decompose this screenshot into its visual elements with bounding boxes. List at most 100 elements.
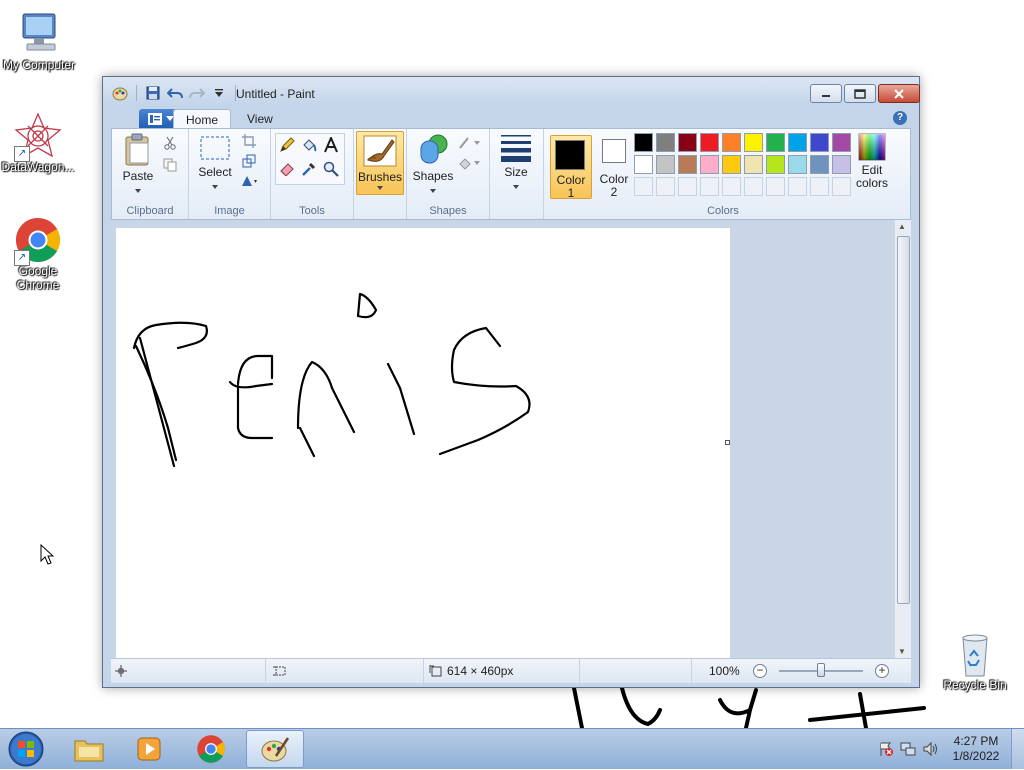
cut-button[interactable]: [160, 133, 180, 153]
ribbon: Paste Clipboard Select Image Tools Brush…: [111, 128, 911, 220]
palette-empty-swatch[interactable]: [722, 177, 741, 196]
zoom-out-button[interactable]: −: [753, 664, 767, 678]
palette-swatch[interactable]: [832, 133, 851, 152]
palette-empty-swatch[interactable]: [788, 177, 807, 196]
pencil-button[interactable]: [277, 135, 297, 155]
palette-empty-swatch[interactable]: [810, 177, 829, 196]
vertical-scrollbar[interactable]: ▲ ▼: [894, 220, 911, 658]
colors-group: Color 1 Color 2 Edit colors Colors: [544, 129, 902, 219]
crop-button[interactable]: [239, 131, 259, 151]
copy-button[interactable]: [160, 155, 180, 175]
eraser-button[interactable]: [277, 159, 297, 179]
taskbar-explorer[interactable]: [62, 730, 116, 768]
palette-empty-swatch[interactable]: [744, 177, 763, 196]
color-2-label: Color 2: [599, 172, 629, 199]
drawing-canvas[interactable]: [116, 228, 730, 658]
palette-swatch[interactable]: [810, 155, 829, 174]
close-button[interactable]: [878, 84, 920, 103]
scrollbar-thumb[interactable]: [897, 236, 910, 604]
taskbar-paint[interactable]: [246, 730, 304, 768]
taskbar-media-player[interactable]: [122, 730, 176, 768]
taskbar-chrome[interactable]: [184, 730, 238, 768]
palette-swatch[interactable]: [700, 133, 719, 152]
desktop-icon-my-computer[interactable]: My Computer: [1, 10, 77, 72]
group-label: Colors: [707, 205, 739, 217]
select-button[interactable]: Select: [195, 133, 235, 193]
palette-swatch[interactable]: [766, 133, 785, 152]
tab-view[interactable]: View: [235, 109, 285, 129]
palette-swatch[interactable]: [722, 133, 741, 152]
window-controls: [810, 84, 920, 103]
palette-swatch[interactable]: [656, 133, 675, 152]
zoom-slider-thumb[interactable]: [817, 663, 825, 677]
palette-swatch[interactable]: [700, 155, 719, 174]
palette-swatch[interactable]: [656, 155, 675, 174]
text-button[interactable]: [321, 135, 341, 155]
resize-button[interactable]: [239, 151, 259, 171]
save-icon[interactable]: [144, 85, 162, 101]
palette-empty-swatch[interactable]: [634, 177, 653, 196]
desktop-icon-datawagon[interactable]: ↗ DataWagon...: [0, 112, 76, 174]
status-empty: [579, 659, 692, 683]
help-icon[interactable]: ?: [893, 111, 907, 125]
palette-swatch[interactable]: [678, 133, 697, 152]
clock[interactable]: 4:27 PM 1/8/2022: [941, 734, 1011, 764]
palette-swatch[interactable]: [744, 133, 763, 152]
chevron-down-icon: [513, 185, 519, 189]
magnifier-button[interactable]: [321, 159, 341, 179]
color-picker-button[interactable]: [299, 159, 319, 179]
show-desktop-button[interactable]: [1011, 729, 1024, 769]
desktop-icon-google-chrome[interactable]: ↗ Google Chrome: [0, 216, 76, 292]
color-1-button[interactable]: Color 1: [550, 135, 592, 200]
shapes-button[interactable]: Shapes: [411, 133, 455, 197]
scroll-down-icon[interactable]: ▼: [898, 647, 906, 656]
palette-swatch[interactable]: [810, 133, 829, 152]
palette-swatch[interactable]: [744, 155, 763, 174]
palette-empty-swatch[interactable]: [700, 177, 719, 196]
tab-home[interactable]: Home: [173, 109, 232, 130]
palette-swatch[interactable]: [832, 155, 851, 174]
paint-app-icon[interactable]: [111, 85, 129, 101]
palette-swatch[interactable]: [788, 133, 807, 152]
outline-button[interactable]: [457, 133, 483, 153]
clipboard-icon: [125, 133, 149, 166]
palette-swatch[interactable]: [634, 155, 653, 174]
redo-icon[interactable]: [188, 85, 206, 101]
undo-icon[interactable]: [166, 85, 184, 101]
brushes-button[interactable]: Brushes: [356, 131, 404, 195]
resize-icon: [242, 154, 256, 168]
rotate-button[interactable]: [239, 171, 259, 191]
image-size: 614 × 460px: [423, 659, 580, 683]
palette-empty-swatch[interactable]: [678, 177, 697, 196]
cursor-position: [111, 659, 266, 683]
customize-qat-icon[interactable]: [210, 85, 228, 101]
action-center-icon[interactable]: [875, 738, 897, 760]
start-button[interactable]: [4, 731, 48, 767]
maximize-button[interactable]: [844, 84, 876, 103]
scroll-up-icon[interactable]: ▲: [898, 222, 906, 231]
palette-empty-swatch[interactable]: [766, 177, 785, 196]
edit-colors-button[interactable]: Edit colors: [850, 133, 894, 195]
palette-empty-swatch[interactable]: [832, 177, 851, 196]
palette-swatch[interactable]: [722, 155, 741, 174]
line-size-icon: [501, 135, 531, 162]
paste-button[interactable]: Paste: [116, 133, 160, 197]
fill-shape-button[interactable]: [457, 153, 483, 173]
cursor-position-icon: [115, 665, 127, 677]
palette-swatch[interactable]: [634, 133, 653, 152]
palette-swatch[interactable]: [788, 155, 807, 174]
minimize-button[interactable]: [810, 84, 842, 103]
title-bar[interactable]: Untitled - Paint: [103, 77, 920, 107]
size-button[interactable]: Size: [496, 133, 536, 193]
canvas-resize-handle[interactable]: [725, 440, 730, 445]
fill-button[interactable]: [299, 135, 319, 155]
clock-time: 4:27 PM: [953, 734, 999, 748]
volume-icon[interactable]: [919, 738, 941, 760]
palette-swatch[interactable]: [678, 155, 697, 174]
palette-empty-swatch[interactable]: [656, 177, 675, 196]
zoom-in-button[interactable]: +: [875, 664, 889, 678]
network-icon[interactable]: [897, 738, 919, 760]
clipboard-group: Paste Clipboard: [112, 129, 189, 219]
palette-swatch[interactable]: [766, 155, 785, 174]
color-2-button[interactable]: Color 2: [594, 135, 634, 199]
